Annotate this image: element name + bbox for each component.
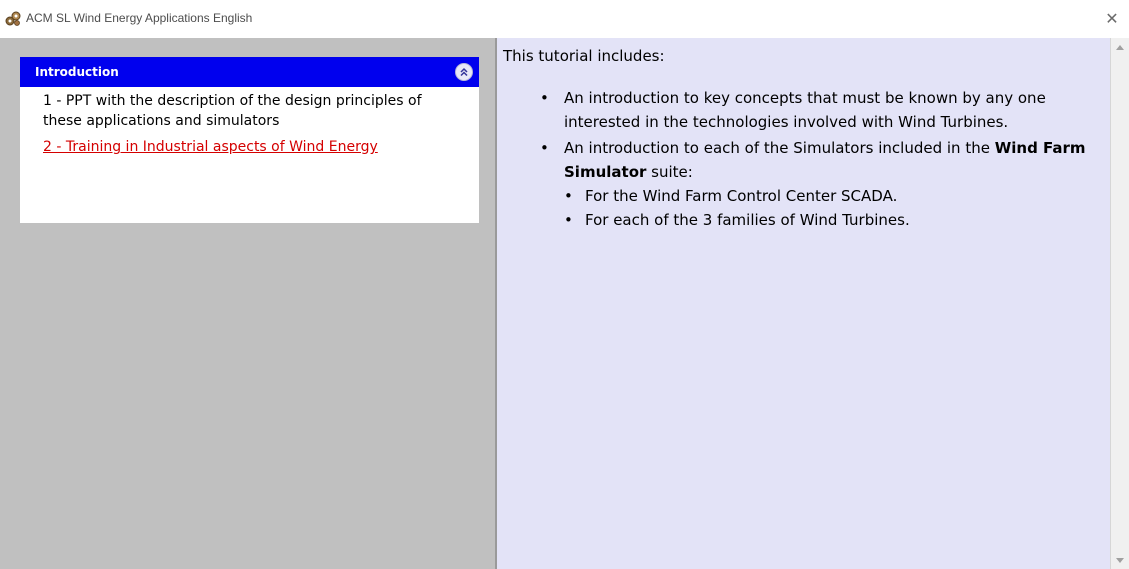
list-item: An introduction to each of the Simulator… bbox=[540, 136, 1105, 232]
panel-header[interactable]: Introduction bbox=[20, 57, 479, 87]
introduction-panel: Introduction 1 - PPT with the descriptio… bbox=[20, 57, 479, 223]
panel-title: Introduction bbox=[35, 65, 119, 79]
bullet-text: An introduction to key concepts that mus… bbox=[564, 89, 1046, 131]
bullet-text-pre: An introduction to each of the Simulator… bbox=[564, 139, 995, 157]
title-bar: ACM SL Wind Energy Applications English … bbox=[0, 0, 1129, 38]
double-chevron-up-icon[interactable] bbox=[455, 63, 473, 81]
content-pane: This tutorial includes: An introduction … bbox=[497, 38, 1110, 569]
sub-item-text: For each of the 3 families of Wind Turbi… bbox=[585, 211, 910, 229]
close-button[interactable]: ✕ bbox=[1101, 8, 1123, 30]
sub-list-item: For the Wind Farm Control Center SCADA. bbox=[564, 184, 1105, 208]
gear-cluster-icon bbox=[5, 11, 21, 27]
panel-body: 1 - PPT with the description of the desi… bbox=[20, 87, 479, 157]
bullet-text-post: suite: bbox=[646, 163, 693, 181]
sidebar-item-ppt[interactable]: 1 - PPT with the description of the desi… bbox=[43, 91, 463, 131]
vertical-scrollbar[interactable] bbox=[1110, 38, 1129, 569]
sidebar-item-training[interactable]: 2 - Training in Industrial aspects of Wi… bbox=[43, 137, 463, 157]
list-item: An introduction to key concepts that mus… bbox=[540, 86, 1105, 134]
sidebar: Introduction 1 - PPT with the descriptio… bbox=[0, 38, 495, 569]
tutorial-list: An introduction to key concepts that mus… bbox=[503, 86, 1110, 232]
sub-item-text: For the Wind Farm Control Center SCADA. bbox=[585, 187, 898, 205]
scroll-up-icon[interactable] bbox=[1111, 38, 1129, 55]
scroll-down-icon[interactable] bbox=[1111, 552, 1129, 569]
sub-list-item: For each of the 3 families of Wind Turbi… bbox=[564, 208, 1105, 232]
sub-list: For the Wind Farm Control Center SCADA. … bbox=[564, 184, 1105, 232]
window-title: ACM SL Wind Energy Applications English bbox=[26, 11, 253, 25]
intro-text: This tutorial includes: bbox=[503, 47, 665, 65]
